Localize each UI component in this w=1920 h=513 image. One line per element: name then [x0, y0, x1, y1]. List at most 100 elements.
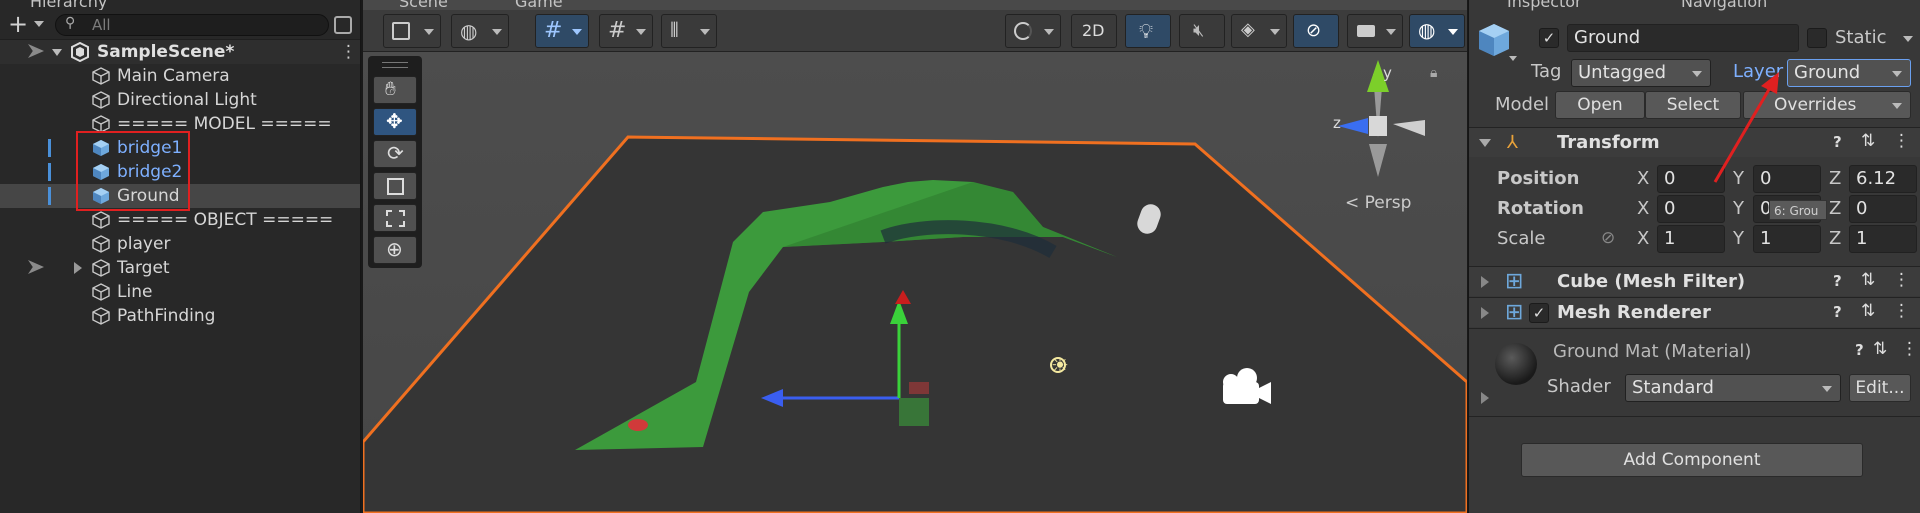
hierarchy-item[interactable]: ===== OBJECT =====	[0, 208, 360, 232]
constrain-link-icon[interactable]: ⊘	[1601, 228, 1615, 248]
effects-dropdown[interactable]: ◈	[1231, 14, 1287, 48]
scale-z-input[interactable]: 1	[1849, 225, 1917, 253]
add-icon[interactable]: +	[8, 10, 28, 38]
rotate-tool-button[interactable]: ⟳	[373, 140, 417, 168]
hand-icon: ✋︎	[385, 78, 396, 100]
rotation-x-input[interactable]: 0	[1657, 195, 1725, 223]
scale-icon	[387, 178, 404, 195]
mesh-filter-title: Cube (Mesh Filter)	[1557, 271, 1746, 292]
tab-inspector[interactable]: Inspector	[1507, 0, 1582, 11]
persp-label[interactable]: < Persp	[1345, 193, 1411, 213]
shading-dropdown[interactable]	[1005, 14, 1061, 48]
preset-sliders-icon[interactable]: ⇅	[1873, 339, 1887, 359]
chevron-down-icon[interactable]	[34, 21, 44, 27]
static-label: Static	[1835, 27, 1887, 48]
chevron-down-icon	[700, 29, 710, 35]
grid-snap-button[interactable]: #	[535, 14, 589, 48]
preset-sliders-icon[interactable]: ⇅	[1861, 131, 1875, 151]
more-menu-icon[interactable]: ⋮	[1893, 131, 1910, 151]
svg-text:☀: ☀	[1051, 353, 1069, 377]
transform-axes-icon: ⅄	[1507, 132, 1518, 153]
position-z-input[interactable]: 6.12	[1849, 165, 1917, 193]
help-icon[interactable]: ?	[1833, 133, 1842, 151]
mesh-renderer-enabled-checkbox[interactable]: ✓	[1529, 303, 1549, 323]
tab-scene[interactable]: Scene	[399, 0, 448, 11]
more-menu-icon[interactable]: ⋮	[340, 42, 357, 62]
gizmo-z-label: z	[1333, 114, 1341, 132]
scene-name: SampleScene*	[97, 42, 235, 62]
edit-shader-button[interactable]: Edit...	[1849, 374, 1911, 402]
tag-label: Tag	[1531, 61, 1562, 82]
hierarchy-search-input[interactable]: ⚲ All	[55, 14, 329, 36]
expand-icon[interactable]	[334, 16, 352, 34]
more-menu-icon[interactable]: ⋮	[1901, 339, 1918, 359]
tag-dropdown[interactable]: Untagged	[1571, 59, 1711, 87]
hierarchy-item[interactable]: Directional Light	[0, 88, 360, 112]
draw-mode-dropdown[interactable]	[383, 14, 441, 48]
audio-toggle-button[interactable]: 🔇︎	[1179, 14, 1225, 48]
snap-increment-button[interactable]: #	[599, 14, 653, 48]
hierarchy-toolbar: + ⚲ All	[0, 10, 360, 40]
scene-row[interactable]: SampleScene* ⋮	[0, 40, 360, 64]
active-checkbox[interactable]: ✓	[1539, 28, 1559, 48]
chevron-down-icon[interactable]	[1509, 56, 1517, 61]
global-dropdown[interactable]: ◍	[451, 14, 509, 48]
static-checkbox[interactable]	[1807, 28, 1827, 48]
more-menu-icon[interactable]: ⋮	[1893, 270, 1910, 290]
hierarchy-panel: Hierarchy + ⚲ All SampleScene* ⋮ Main Ca…	[0, 0, 361, 513]
hierarchy-item[interactable]: PathFinding	[0, 304, 360, 328]
gizmos-dropdown[interactable]: ◍	[1409, 14, 1465, 48]
mesh-renderer-section-header[interactable]: ⊞ ✓ Mesh Renderer ? ⇅ ⋮	[1469, 297, 1920, 327]
move-tool-button[interactable]: ✥	[373, 108, 417, 136]
visibility-icon[interactable]	[28, 44, 44, 58]
gizmo-y-label: y	[1383, 64, 1392, 82]
palette-handle[interactable]	[382, 62, 408, 68]
hierarchy-item[interactable]: player	[0, 232, 360, 256]
ruler-dropdown[interactable]: ⦀	[661, 14, 717, 48]
chevron-down-icon[interactable]	[1903, 36, 1913, 42]
rotation-label: Rotation	[1497, 198, 1584, 219]
material-name: Ground Mat (Material)	[1553, 341, 1752, 362]
visibility-icon[interactable]	[28, 260, 44, 274]
tools-palette: ✋︎ ✥ ⟳ ⊕	[368, 56, 422, 268]
layer-dropdown[interactable]: Ground	[1787, 59, 1911, 87]
preset-sliders-icon[interactable]: ⇅	[1861, 301, 1875, 321]
scale-y-input[interactable]: 1	[1753, 225, 1821, 253]
help-icon[interactable]: ?	[1833, 272, 1842, 290]
chevron-down-icon	[636, 29, 646, 35]
add-component-button[interactable]: Add Component	[1521, 443, 1863, 477]
eye-slash-icon: ⊘	[1306, 20, 1322, 41]
chevron-down-icon	[1448, 29, 1458, 35]
transform-section-header[interactable]: ⅄ Transform ? ⇅ ⋮	[1469, 127, 1920, 157]
scale-tool-button[interactable]	[373, 172, 417, 200]
tab-game[interactable]: Game	[515, 0, 563, 11]
more-menu-icon[interactable]: ⋮	[1893, 301, 1910, 321]
game-object-cube-icon	[1479, 24, 1509, 56]
hand-tool-button[interactable]: ✋︎	[373, 76, 417, 104]
scale-x-input[interactable]: 1	[1657, 225, 1725, 253]
scene-view[interactable]: Scene Game ◍ # # ⦀ 2D 💡︎ 🔇︎ ◈ ⊘ ◍ ☀ 🔒︎ y…	[363, 0, 1467, 513]
help-icon[interactable]: ?	[1833, 303, 1842, 321]
shader-dropdown[interactable]: Standard	[1625, 374, 1841, 402]
expand-arrow-icon[interactable]	[74, 262, 82, 274]
hidden-objects-toggle[interactable]: ⊘	[1293, 14, 1339, 48]
2d-toggle-button[interactable]: 2D	[1071, 14, 1117, 48]
open-button[interactable]: Open	[1555, 91, 1645, 119]
tab-hierarchy[interactable]: Hierarchy	[30, 0, 107, 11]
expand-arrow-icon[interactable]	[1481, 392, 1489, 404]
rect-tool-button[interactable]	[373, 204, 417, 232]
lighting-toggle-button[interactable]: 💡︎	[1125, 14, 1171, 48]
hierarchy-item[interactable]: Main Camera	[0, 64, 360, 88]
hierarchy-item[interactable]: Line	[0, 280, 360, 304]
mesh-filter-section-header[interactable]: ⊞ Cube (Mesh Filter) ? ⇅ ⋮	[1469, 266, 1920, 296]
help-icon[interactable]: ?	[1855, 341, 1864, 359]
object-name-input[interactable]: Ground	[1567, 24, 1799, 52]
transform-tool-button[interactable]: ⊕	[373, 236, 417, 264]
camera-dropdown[interactable]	[1347, 14, 1403, 48]
hierarchy-item[interactable]: Target	[0, 256, 360, 280]
rotation-z-input[interactable]: 0	[1849, 195, 1917, 223]
tab-navigation[interactable]: Navigation	[1681, 0, 1767, 11]
preset-sliders-icon[interactable]: ⇅	[1861, 270, 1875, 290]
scene-viewport[interactable]: ☀ 🔒︎	[363, 52, 1467, 513]
expand-arrow-icon[interactable]	[52, 49, 62, 56]
